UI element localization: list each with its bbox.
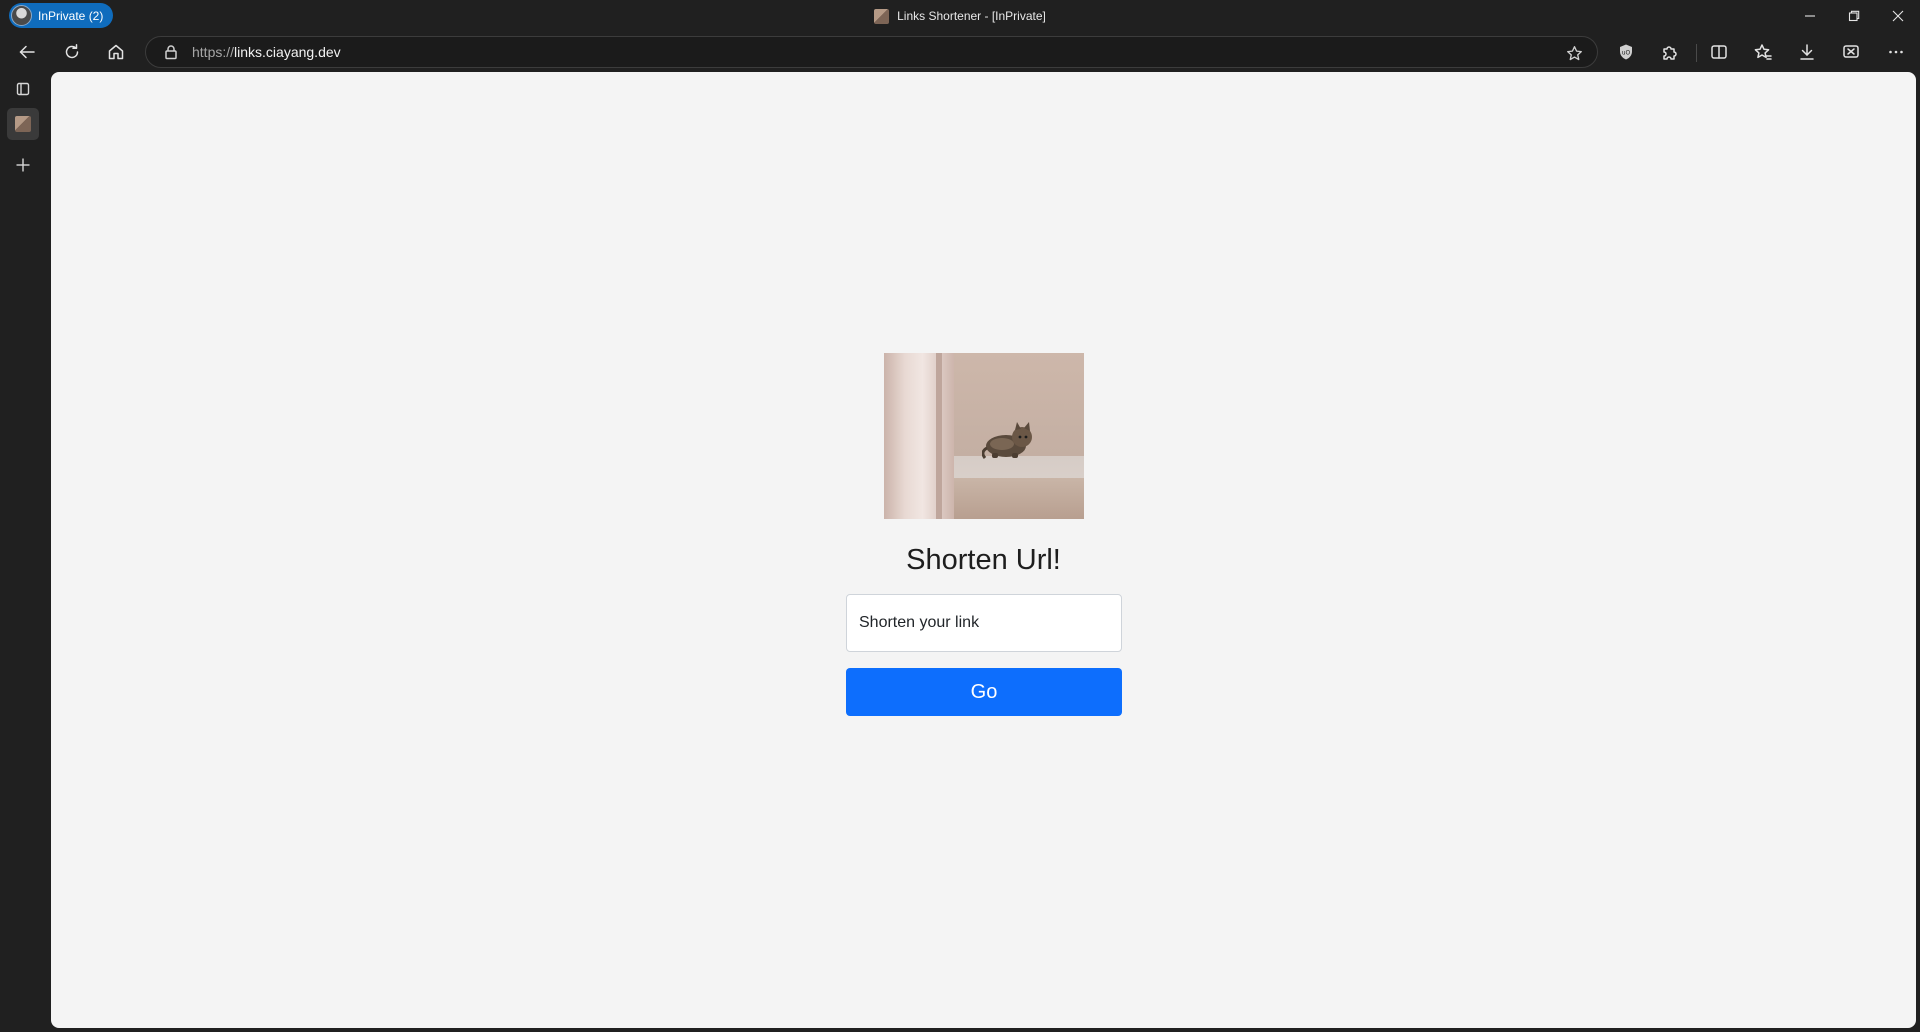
title-bar: InPrivate (2) Links Shortener - [InPriva… [0,0,1920,32]
site-favicon-icon [15,116,31,132]
extensions-button[interactable] [1654,36,1686,68]
split-screen-icon [1711,45,1727,59]
downloads-button[interactable] [1791,36,1823,68]
close-button[interactable] [1876,0,1920,32]
cat-figure [982,422,1032,459]
site-favicon-icon [874,8,890,24]
lock-icon [165,45,177,60]
shield-extension-icon: uO [1620,44,1632,60]
url-scheme: https:// [192,44,235,60]
inprivate-profile-button[interactable]: InPrivate (2) [9,3,114,28]
image-door-edge [936,353,942,519]
refresh-button[interactable] [56,36,88,68]
plus-icon [16,158,30,172]
home-button[interactable] [100,36,132,68]
profile-label: InPrivate (2) [38,8,104,23]
cat-image [884,353,1084,519]
back-arrow-icon [19,45,35,59]
url-input[interactable]: Shorten your link [846,594,1122,652]
tab-actions-button[interactable] [7,73,39,105]
restore-button[interactable] [1832,0,1876,32]
shield-extension-button[interactable]: uO [1610,36,1642,68]
image-door [884,353,954,519]
svg-text:uO: uO [1622,50,1631,57]
page-content: Shorten Url! Shorten your link Go [51,72,1916,1028]
download-icon [1800,44,1814,60]
more-icon [1889,50,1903,54]
screenshot-icon [1843,45,1859,58]
window-title: Links Shortener - [InPrivate] [0,0,1920,32]
favorites-icon [1754,44,1772,60]
split-screen-button[interactable] [1703,36,1735,68]
toolbar-separator [1696,44,1697,62]
url-text: https://links.ciayang.dev [192,44,341,60]
restore-icon [1848,10,1860,22]
window-controls [1788,0,1920,32]
home-icon [108,44,124,60]
close-icon [1892,10,1904,22]
window-title-text: Links Shortener - [InPrivate] [897,9,1046,23]
back-button[interactable] [11,36,43,68]
favorites-button[interactable] [1747,36,1779,68]
add-favorite-button[interactable] [1561,40,1587,66]
more-button[interactable] [1880,36,1912,68]
url-host: links.ciayang.dev [234,44,341,60]
page-viewport: Shorten Url! Shorten your link Go [51,72,1916,1028]
screenshot-button[interactable] [1835,36,1867,68]
vertical-tabs-sidebar [0,72,51,1032]
new-tab-button[interactable] [7,149,39,181]
minimize-button[interactable] [1788,0,1832,32]
puzzle-icon [1663,46,1677,60]
page-title: Shorten Url! [906,544,1061,576]
tab-links-shortener[interactable] [7,108,39,140]
minimize-icon [1805,15,1815,17]
star-icon [1566,45,1582,60]
site-info-button[interactable] [154,37,188,67]
avatar [11,5,32,26]
go-button[interactable]: Go [846,668,1122,716]
address-bar[interactable]: https://links.ciayang.dev [145,36,1598,68]
browser-toolbar: https://links.ciayang.dev uO [0,32,1920,72]
tab-actions-icon [16,82,30,96]
refresh-icon [65,44,79,59]
